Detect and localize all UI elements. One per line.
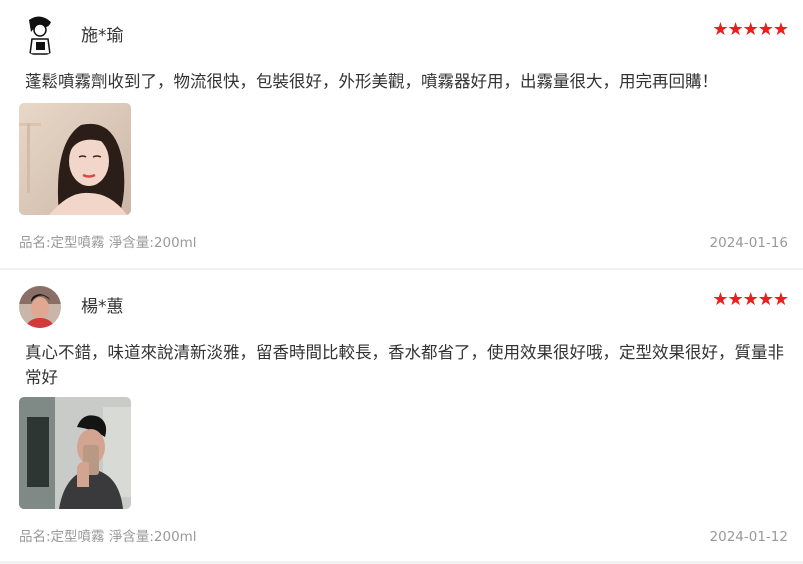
review-text: 真心不錯，味道來說清新淡雅，留香時間比較長，香水都省了，使用效果很好哦，定型效果… <box>25 343 784 387</box>
username: 楊*蕙 <box>81 297 124 317</box>
user-avatar[interactable] <box>19 14 61 56</box>
review-card: 楊*蕙 ★★★★★ 真心不錯，味道來說清新淡雅，留香時間比較長，香水都省了，使用… <box>0 270 803 561</box>
review-photo[interactable] <box>19 103 131 215</box>
username: 施*瑜 <box>81 26 124 46</box>
review-date: 2024-01-12 <box>709 529 788 545</box>
product-spec: 品名:定型噴霧 淨含量:200ml <box>19 235 197 251</box>
rating-stars: ★★★★★ <box>712 289 789 310</box>
product-spec: 品名:定型噴霧 淨含量:200ml <box>19 529 197 545</box>
user-avatar[interactable] <box>19 286 61 328</box>
review-photo[interactable] <box>19 397 131 509</box>
rating-stars: ★★★★★ <box>712 19 789 40</box>
review-card: 施*瑜 ★★★★★ 蓬鬆噴霧劑收到了，物流很快，包裝很好，外形美觀，噴霧器好用，… <box>0 0 803 268</box>
review-date: 2024-01-16 <box>709 235 788 251</box>
review-text: 蓬鬆噴霧劑收到了，物流很快，包裝很好，外形美觀，噴霧器好用，出霧量很大，用完再回… <box>25 72 718 91</box>
